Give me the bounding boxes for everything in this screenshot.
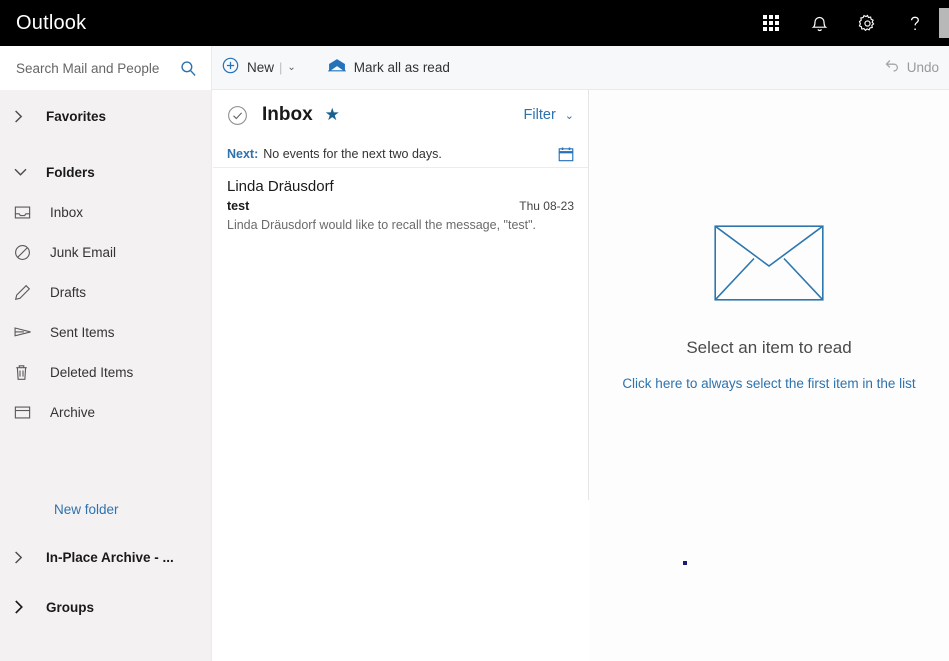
- user-avatar[interactable]: [939, 8, 949, 38]
- sidebar-in-place-archive-label: In-Place Archive - ...: [46, 549, 174, 565]
- outlook-web-app: Outlook Search Mail and People New | ⌄ M…: [0, 0, 949, 661]
- app-brand-outlook: Outlook: [16, 11, 87, 34]
- new-message-button[interactable]: New | ⌄: [212, 46, 306, 90]
- help-question-icon[interactable]: [891, 0, 939, 46]
- sidebar-group-groups[interactable]: Groups: [0, 587, 211, 627]
- sidebar-item-label: Archive: [50, 404, 96, 420]
- cursor-artifact: [683, 561, 687, 565]
- sidebar-item-label: Sent Items: [50, 324, 115, 340]
- settings-gear-icon[interactable]: [843, 0, 891, 46]
- sidebar-item-label: Junk Email: [50, 244, 117, 260]
- chevron-down-icon: ⌄: [564, 109, 574, 122]
- sidebar-item-sent-items[interactable]: Sent Items: [0, 312, 211, 352]
- app-launcher-icon[interactable]: [747, 0, 795, 46]
- notifications-bell-icon[interactable]: [795, 0, 843, 46]
- waffle-grid-glyph: [763, 15, 779, 31]
- sidebar-item-label: Deleted Items: [50, 364, 134, 380]
- block-circle-icon: [14, 244, 40, 261]
- sidebar-groups-label: Groups: [46, 599, 95, 615]
- open-envelope-icon: [326, 58, 347, 77]
- command-bar-right: Undo: [874, 46, 949, 90]
- envelope-icon: [714, 225, 824, 306]
- favorite-star-icon[interactable]: ★: [325, 105, 340, 125]
- sidebar-item-label: Inbox: [50, 204, 84, 220]
- message-sender: Linda Dräusdorf: [227, 178, 334, 195]
- message-list-header: Inbox ★ Filter ⌄: [213, 90, 588, 140]
- calendar-icon[interactable]: [558, 146, 574, 162]
- new-button-label: New: [247, 60, 275, 75]
- sidebar-group-folders[interactable]: Folders: [0, 152, 211, 192]
- filter-label: Filter: [523, 107, 556, 123]
- select-first-item-link[interactable]: Click here to always select the first it…: [622, 376, 915, 391]
- new-folder-link[interactable]: New folder: [54, 502, 211, 517]
- message-subject-row: test Thu 08-23: [227, 199, 574, 213]
- next-events-text: No events for the next two days.: [263, 146, 442, 161]
- inbox-icon: [14, 205, 40, 220]
- sidebar-item-junk-email[interactable]: Junk Email: [0, 232, 211, 272]
- paper-plane-icon: [14, 325, 40, 339]
- app-header: Outlook: [0, 0, 949, 46]
- sidebar-item-label: Drafts: [50, 284, 87, 300]
- sidebar-item-deleted-items[interactable]: Deleted Items: [0, 352, 211, 392]
- chevron-down-icon[interactable]: ⌄: [287, 62, 295, 73]
- filter-button[interactable]: Filter ⌄: [524, 107, 574, 123]
- sidebar-group-in-place-archive[interactable]: In-Place Archive - ...: [0, 537, 211, 577]
- sidebar-folders-label: Folders: [46, 164, 95, 180]
- mark-all-as-read-button[interactable]: Mark all as read: [318, 46, 460, 90]
- search-container: [0, 46, 212, 90]
- new-split-separator: |: [279, 60, 283, 75]
- sidebar-item-drafts[interactable]: Drafts: [0, 272, 211, 312]
- archive-box-icon: [14, 405, 40, 420]
- next-events-bar: Next: No events for the next two days.: [213, 140, 588, 168]
- sidebar-item-archive[interactable]: Archive: [0, 392, 211, 432]
- folder-sidebar: Favorites Folders Inbox Junk Email Draft…: [0, 90, 212, 661]
- chevron-right-icon: [14, 551, 40, 564]
- reading-pane: Select an item to read Click here to alw…: [589, 90, 949, 661]
- message-list-pane: Inbox ★ Filter ⌄ Next: No events for the…: [213, 90, 588, 661]
- pencil-icon: [14, 284, 40, 301]
- chevron-right-icon: [14, 600, 40, 614]
- reading-pane-empty-state: Select an item to read Click here to alw…: [589, 225, 949, 391]
- undo-button[interactable]: Undo: [874, 46, 949, 90]
- undo-label: Undo: [906, 60, 939, 75]
- mark-all-as-read-label: Mark all as read: [353, 60, 450, 75]
- sidebar-item-inbox[interactable]: Inbox: [0, 192, 211, 232]
- message-date: Thu 08-23: [519, 199, 574, 213]
- chevron-down-icon: [14, 168, 40, 177]
- command-bar: New | ⌄ Mark all as read Undo: [212, 46, 949, 90]
- next-label: Next:: [227, 146, 259, 161]
- chevron-right-icon: [14, 110, 40, 123]
- message-subject: test: [227, 199, 250, 213]
- message-list-item[interactable]: Linda Dräusdorf test Thu 08-23 Linda Drä…: [213, 168, 588, 244]
- page-title: Inbox: [262, 104, 313, 125]
- message-preview: Linda Dräusdorf would like to recall the…: [227, 218, 537, 232]
- empty-state-title: Select an item to read: [686, 338, 852, 357]
- sidebar-favorites-label: Favorites: [46, 108, 107, 124]
- plus-circle-icon: [222, 57, 239, 79]
- header-actions: [747, 0, 949, 46]
- trash-icon: [14, 364, 40, 381]
- sidebar-group-favorites[interactable]: Favorites: [0, 96, 211, 136]
- undo-arrow-icon: [884, 58, 900, 78]
- search-icon[interactable]: [180, 60, 197, 77]
- select-all-check-icon[interactable]: [227, 105, 248, 126]
- search-input[interactable]: [14, 59, 164, 77]
